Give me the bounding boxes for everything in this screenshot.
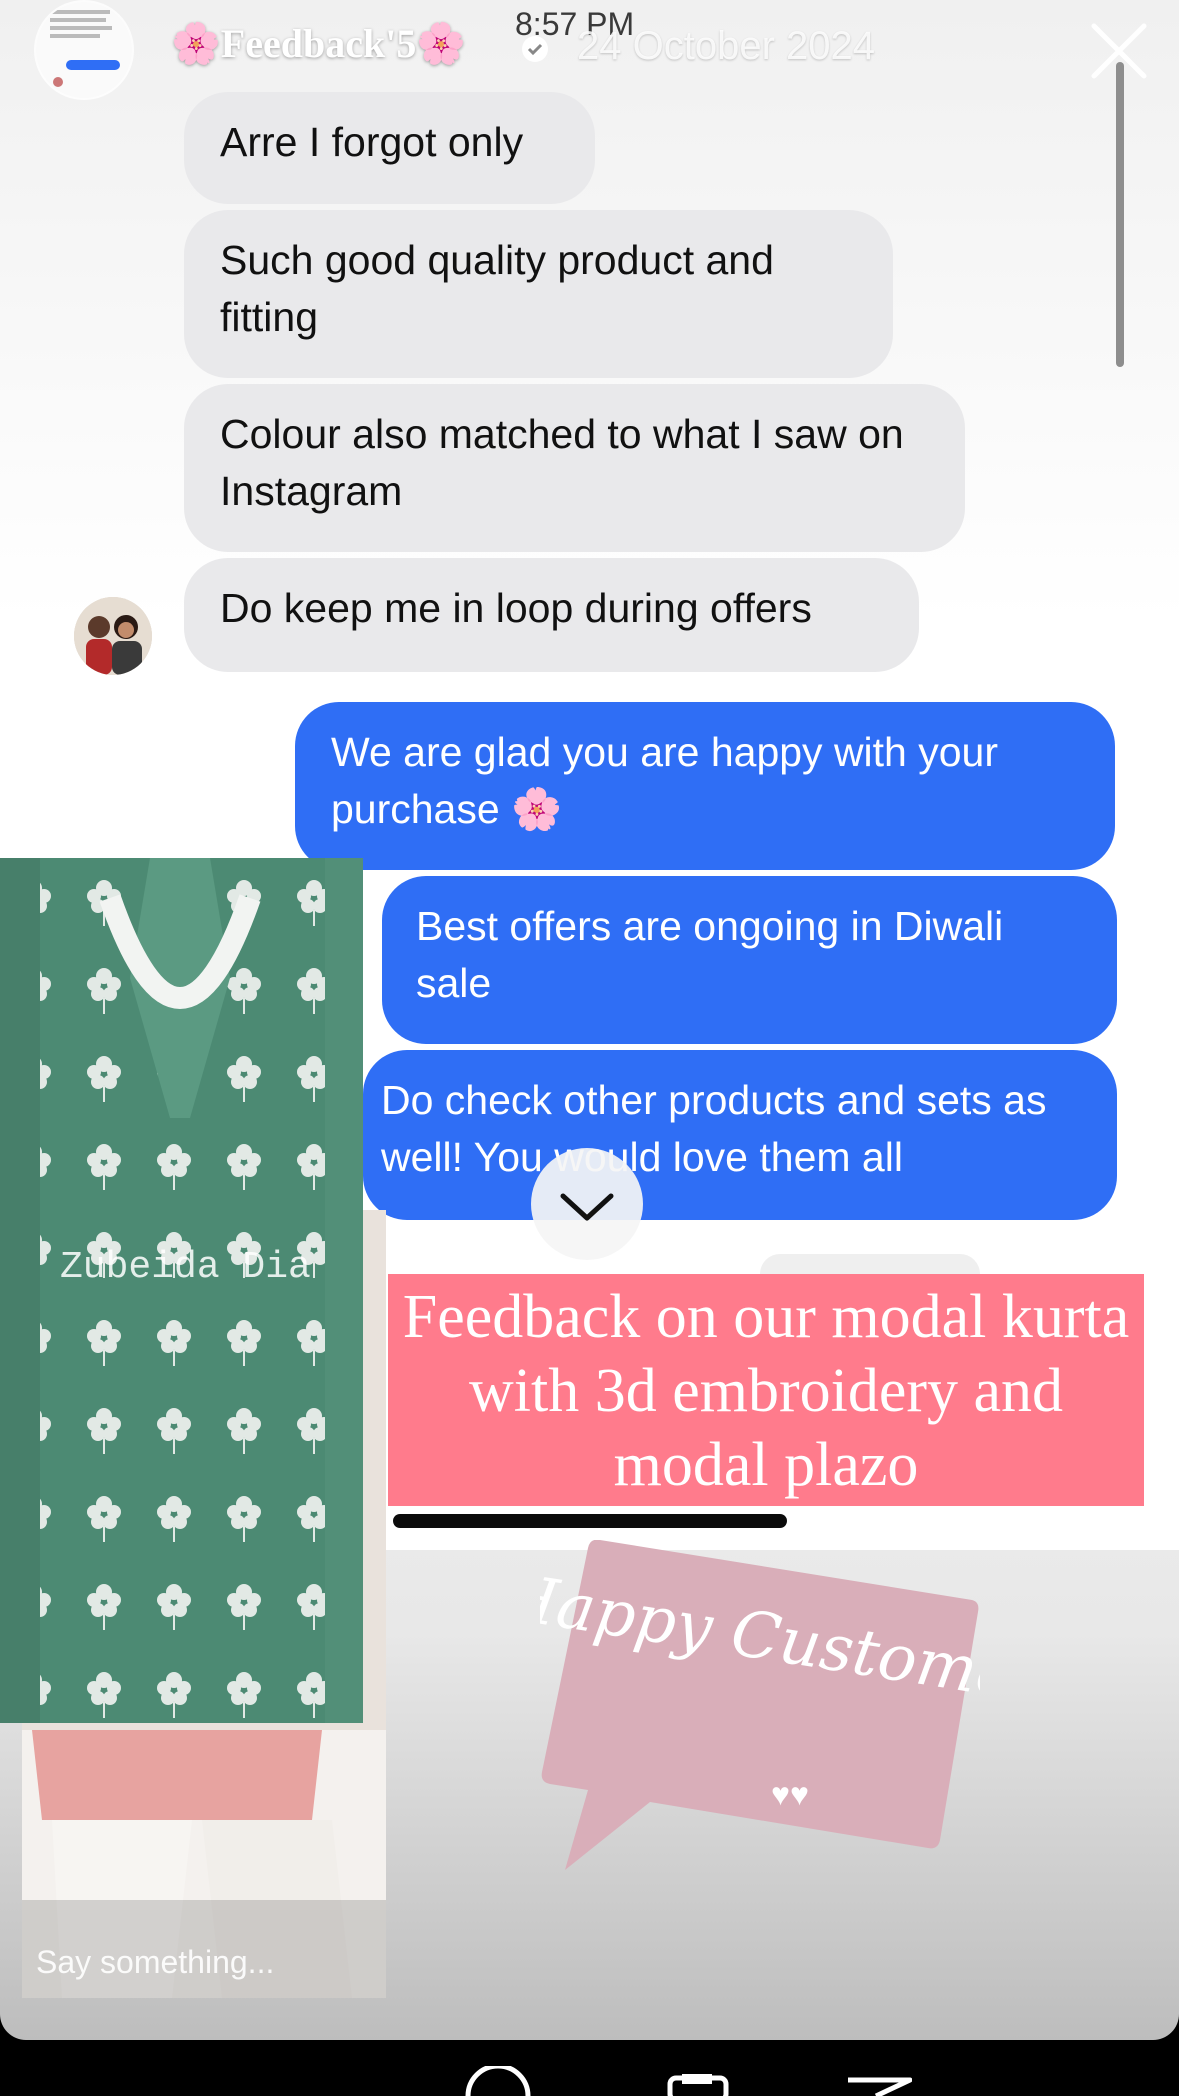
send-icon[interactable] [846,2076,912,2096]
bottom-action-bar [0,2040,1179,2096]
partial-bubble [760,1254,980,1274]
caption-underline [393,1514,787,1528]
kurta-photo: Zubeida Dia [0,858,363,1723]
sender-avatar [74,597,152,675]
verified-badge-icon [522,36,548,62]
reply-input[interactable]: Say something... [36,1944,274,1981]
chevron-down-icon [560,1193,614,1221]
reaction-icon[interactable] [462,2066,534,2096]
sender-avatar-image [74,597,152,675]
close-button[interactable] [1086,18,1152,84]
share-icon[interactable] [664,2074,734,2096]
avatar [36,2,132,98]
incoming-message: Such good quality product and fitting [184,210,893,378]
account-name[interactable]: 🌸Feedback'5🌸 [171,20,466,67]
incoming-message: Do keep me in loop during offers [184,558,919,672]
watermark-text: Zubeida Dia [60,1246,311,1289]
account-avatar[interactable] [36,2,132,98]
heart-icon: ♥♥ [771,1776,809,1812]
incoming-message: Colour also matched to what I saw on Ins… [184,384,965,552]
scrollbar[interactable] [1116,62,1124,367]
incoming-message: Arre I forgot only [184,92,595,204]
close-icon [1091,23,1147,79]
outgoing-message: We are glad you are happy with your purc… [295,702,1115,870]
happy-customer-sticker: Happy Customer ♥♥ [495,1539,1053,1880]
outgoing-message-text: We are glad you are happy with your purc… [331,729,999,832]
chevron-down-button[interactable] [531,1148,643,1260]
story-viewer[interactable]: Arre I forgot only Such good quality pro… [0,0,1179,2040]
caption-text: Feedback on our modal kurta with 3d embr… [388,1274,1144,1506]
outgoing-message: Best offers are ongoing in Diwali sale [382,876,1117,1044]
story-date: 24 October 2024 [577,24,875,68]
outgoing-message: Do check other products and sets as well… [363,1050,1117,1220]
